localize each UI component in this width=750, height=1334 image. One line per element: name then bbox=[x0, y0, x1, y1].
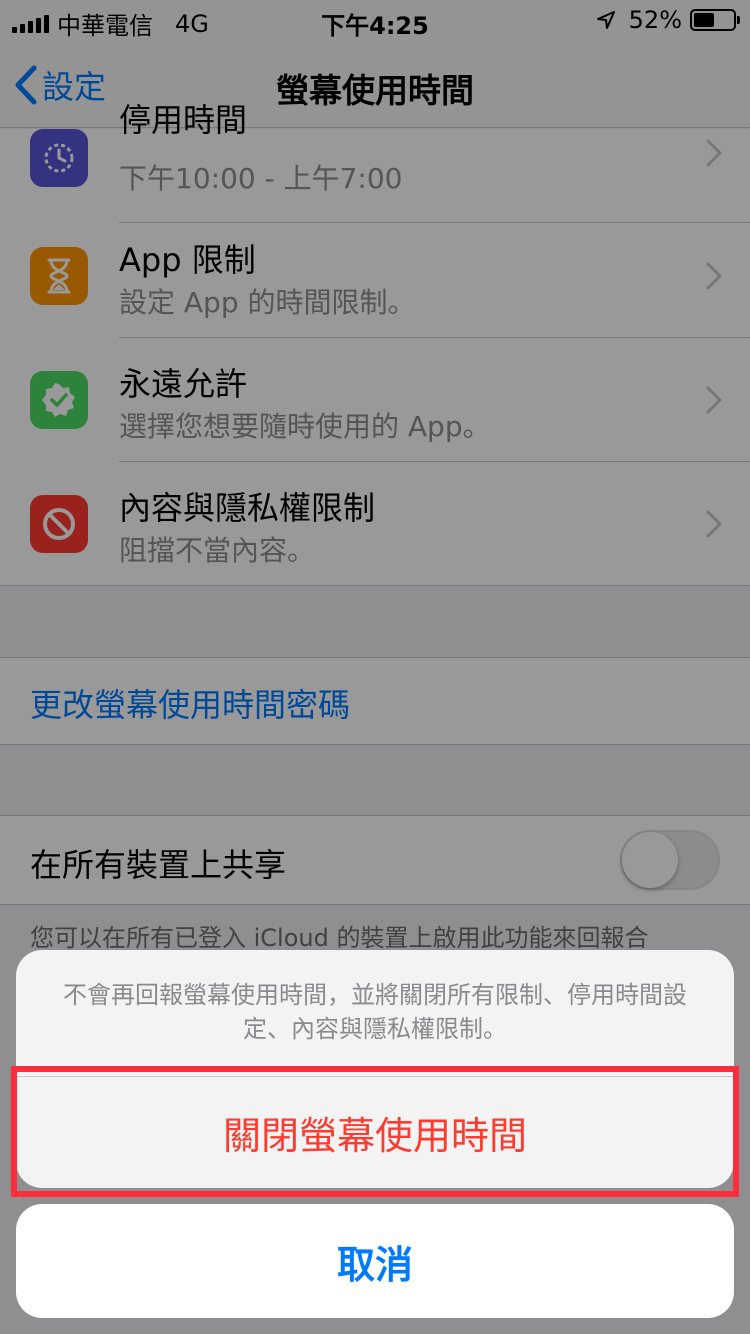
cancel-button[interactable]: 取消 bbox=[16, 1204, 734, 1318]
action-sheet-message: 不會再回報螢幕使用時間，並將關閉所有限制、停用時間設定、內容與隱私權限制。 bbox=[63, 981, 687, 1043]
highlight-box bbox=[11, 1066, 739, 1197]
